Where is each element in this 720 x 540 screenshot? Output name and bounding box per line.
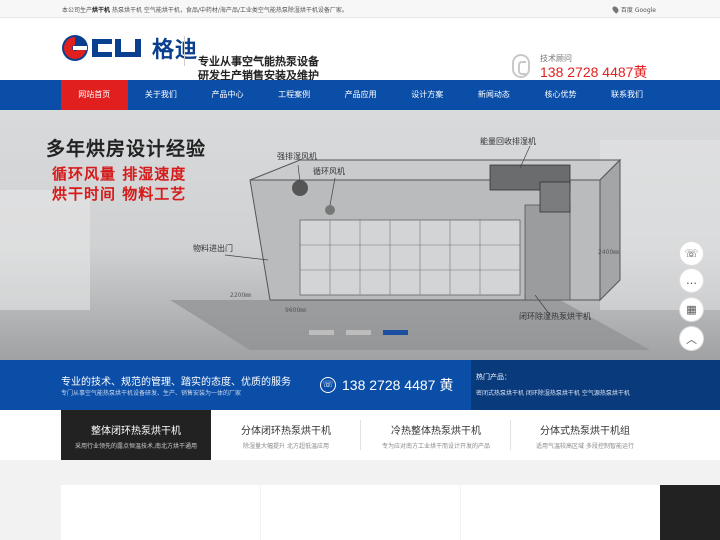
chevron-up-icon: ︿ <box>686 332 697 346</box>
nav-about[interactable]: 关于我们 <box>128 80 195 110</box>
hot-products-links[interactable]: 密闭式热泵烘干机 闭环除湿热泵烘干机 空气源热泵烘干机 <box>476 388 630 397</box>
hero-banner[interactable]: 多年烘房设计经验 循环风量 排湿速度 烘干时间 物料工艺 能量回收排湿机 强排湿… <box>0 110 720 360</box>
product-card[interactable] <box>660 485 720 540</box>
nav-home[interactable]: 网站首页 <box>61 80 128 110</box>
category-tab-3[interactable]: 冷热整体热泵烘干机 专为应对南方工业烘干而设计开发的产品 <box>361 410 511 460</box>
info-tel-number: 138 2728 4487 黄 <box>342 377 454 393</box>
hot-products-label: 热门产品： <box>476 373 511 381</box>
nav-products[interactable]: 产品中心 <box>194 80 261 110</box>
category-title: 分体式热泵烘干机组 <box>540 426 630 437</box>
info-tel: ☏ 138 2728 4487 黄 <box>320 375 453 395</box>
label-dim-2200: 2200㎜ <box>230 292 252 299</box>
category-tab-4[interactable]: 分体式热泵烘干机组 适用气温较高区域 多段控制智能运行 <box>510 410 660 460</box>
product-categories: 整体闭环热泵烘干机 采用行业领先的露点恒温技术,南北方烘干通用 分体闭环热泵烘干… <box>0 410 720 460</box>
category-desc: 适用气温较高区域 多段控制智能运行 <box>536 443 634 450</box>
category-desc: 专为应对南方工业烘干而设计开发的产品 <box>381 443 490 450</box>
phone-icon <box>512 54 530 78</box>
category-title: 分体闭环热泵烘干机 <box>241 426 331 437</box>
tel-icon: ☏ <box>320 377 336 393</box>
label-exhaust-fan: 强排湿风机 <box>277 152 317 161</box>
float-phone-button[interactable]: ☏ <box>679 241 704 266</box>
info-strip: 专业的技术、规范的管理、踏实的态度、优质的服务 专门从事空气能热泵烘干机设备研发… <box>0 360 720 410</box>
product-card[interactable] <box>461 485 660 540</box>
logo-mark-icon <box>60 33 150 63</box>
product-card[interactable] <box>61 485 260 540</box>
location-pin-icon <box>611 5 620 14</box>
label-energy-recovery: 能量回收排湿机 <box>480 137 536 146</box>
phone-float-icon: ☏ <box>684 247 699 260</box>
product-list <box>0 460 720 540</box>
nav-contact[interactable]: 联系我们 <box>594 80 661 110</box>
nav-advantages[interactable]: 核心优势 <box>527 80 594 110</box>
slider-dots <box>309 330 408 335</box>
product-card[interactable] <box>261 485 460 540</box>
chat-icon: … <box>686 274 697 287</box>
banner-feature-line-1: 循环风量 排湿速度 <box>52 165 187 183</box>
banner-headline: 多年烘房设计经验 <box>46 138 207 160</box>
slider-dot-1[interactable] <box>309 330 334 335</box>
float-qr-button[interactable]: ▦ <box>679 297 704 322</box>
category-tab-2[interactable]: 分体闭环热泵烘干机 除湿量大幅提升 北方超低温应用 <box>211 410 361 460</box>
label-closed-dryer: 闭环除湿热泵烘干机 <box>519 312 591 321</box>
nav-applications[interactable]: 产品应用 <box>327 80 394 110</box>
label-material-door: 物料进出门 <box>193 244 233 253</box>
nav-news[interactable]: 新闻动态 <box>461 80 528 110</box>
hotline-number: 138 2728 4487黄 <box>540 64 648 80</box>
hot-products: 热门产品： 密闭式热泵烘干机 闭环除湿热泵烘干机 空气源热泵烘干机 <box>471 360 720 410</box>
slider-dot-2[interactable] <box>346 330 371 335</box>
qr-code-icon: ▦ <box>686 303 697 316</box>
category-title: 整体闭环热泵烘干机 <box>91 426 181 437</box>
info-title: 专业的技术、规范的管理、踏实的态度、优质的服务 <box>61 377 291 388</box>
info-subtitle: 专门从事空气能热泵烘干机设备研发、生产、销售安装为一体的厂家 <box>61 390 242 397</box>
category-desc: 除湿量大幅提升 北方超低温应用 <box>243 443 329 450</box>
header-divider <box>184 36 185 66</box>
search-links[interactable]: 百度 Google <box>611 5 656 14</box>
float-chat-button[interactable]: … <box>679 268 704 293</box>
nav-cases[interactable]: 工程案例 <box>261 80 328 110</box>
label-dim-9600: 9600㎜ <box>285 307 307 314</box>
nav-design[interactable]: 设计方案 <box>394 80 461 110</box>
logo-text: 格迪 <box>152 38 199 63</box>
banner-feature-line-2: 烘干时间 物料工艺 <box>52 185 187 203</box>
main-nav: 网站首页 关于我们 产品中心 工程案例 产品应用 设计方案 新闻动态 核心优势 … <box>0 80 720 110</box>
category-desc: 采用行业领先的露点恒温技术,南北方烘干通用 <box>75 443 197 450</box>
search-engines[interactable]: 百度 Google <box>621 5 656 14</box>
slogan: 专业从事空气能热泵设备 研发生产销售安装及维护 <box>198 55 319 83</box>
label-circulation-fan: 循环风机 <box>313 167 345 176</box>
category-tab-1[interactable]: 整体闭环热泵烘干机 采用行业领先的露点恒温技术,南北方烘干通用 <box>61 410 211 460</box>
intro-text: 热泵烘干机 空气能烘干机，食品/中药材/海产品/工业类空气能热泵除湿烘干机设备厂… <box>110 7 348 14</box>
intro-prefix: 本公司生产 <box>62 7 93 14</box>
intro-keyword[interactable]: 烘干机 <box>92 7 110 14</box>
site-intro: 本公司生产烘干机 热泵烘干机 空气能烘干机，食品/中药材/海产品/工业类空气能热… <box>62 5 348 14</box>
site-header: 格迪 专业从事空气能热泵设备 研发生产销售安装及维护 技术顾问 138 2728… <box>0 18 720 83</box>
label-dim-2400: 2400㎜ <box>598 249 620 256</box>
logo[interactable]: 格迪 <box>60 32 198 64</box>
slider-dot-3[interactable] <box>383 330 408 335</box>
back-to-top-button[interactable]: ︿ <box>679 326 704 351</box>
slogan-line-1: 专业从事空气能热泵设备 <box>198 55 319 68</box>
category-title: 冷热整体热泵烘干机 <box>391 426 481 437</box>
top-bar: 本公司生产烘干机 热泵烘干机 空气能烘干机，食品/中药材/海产品/工业类空气能热… <box>0 0 720 18</box>
